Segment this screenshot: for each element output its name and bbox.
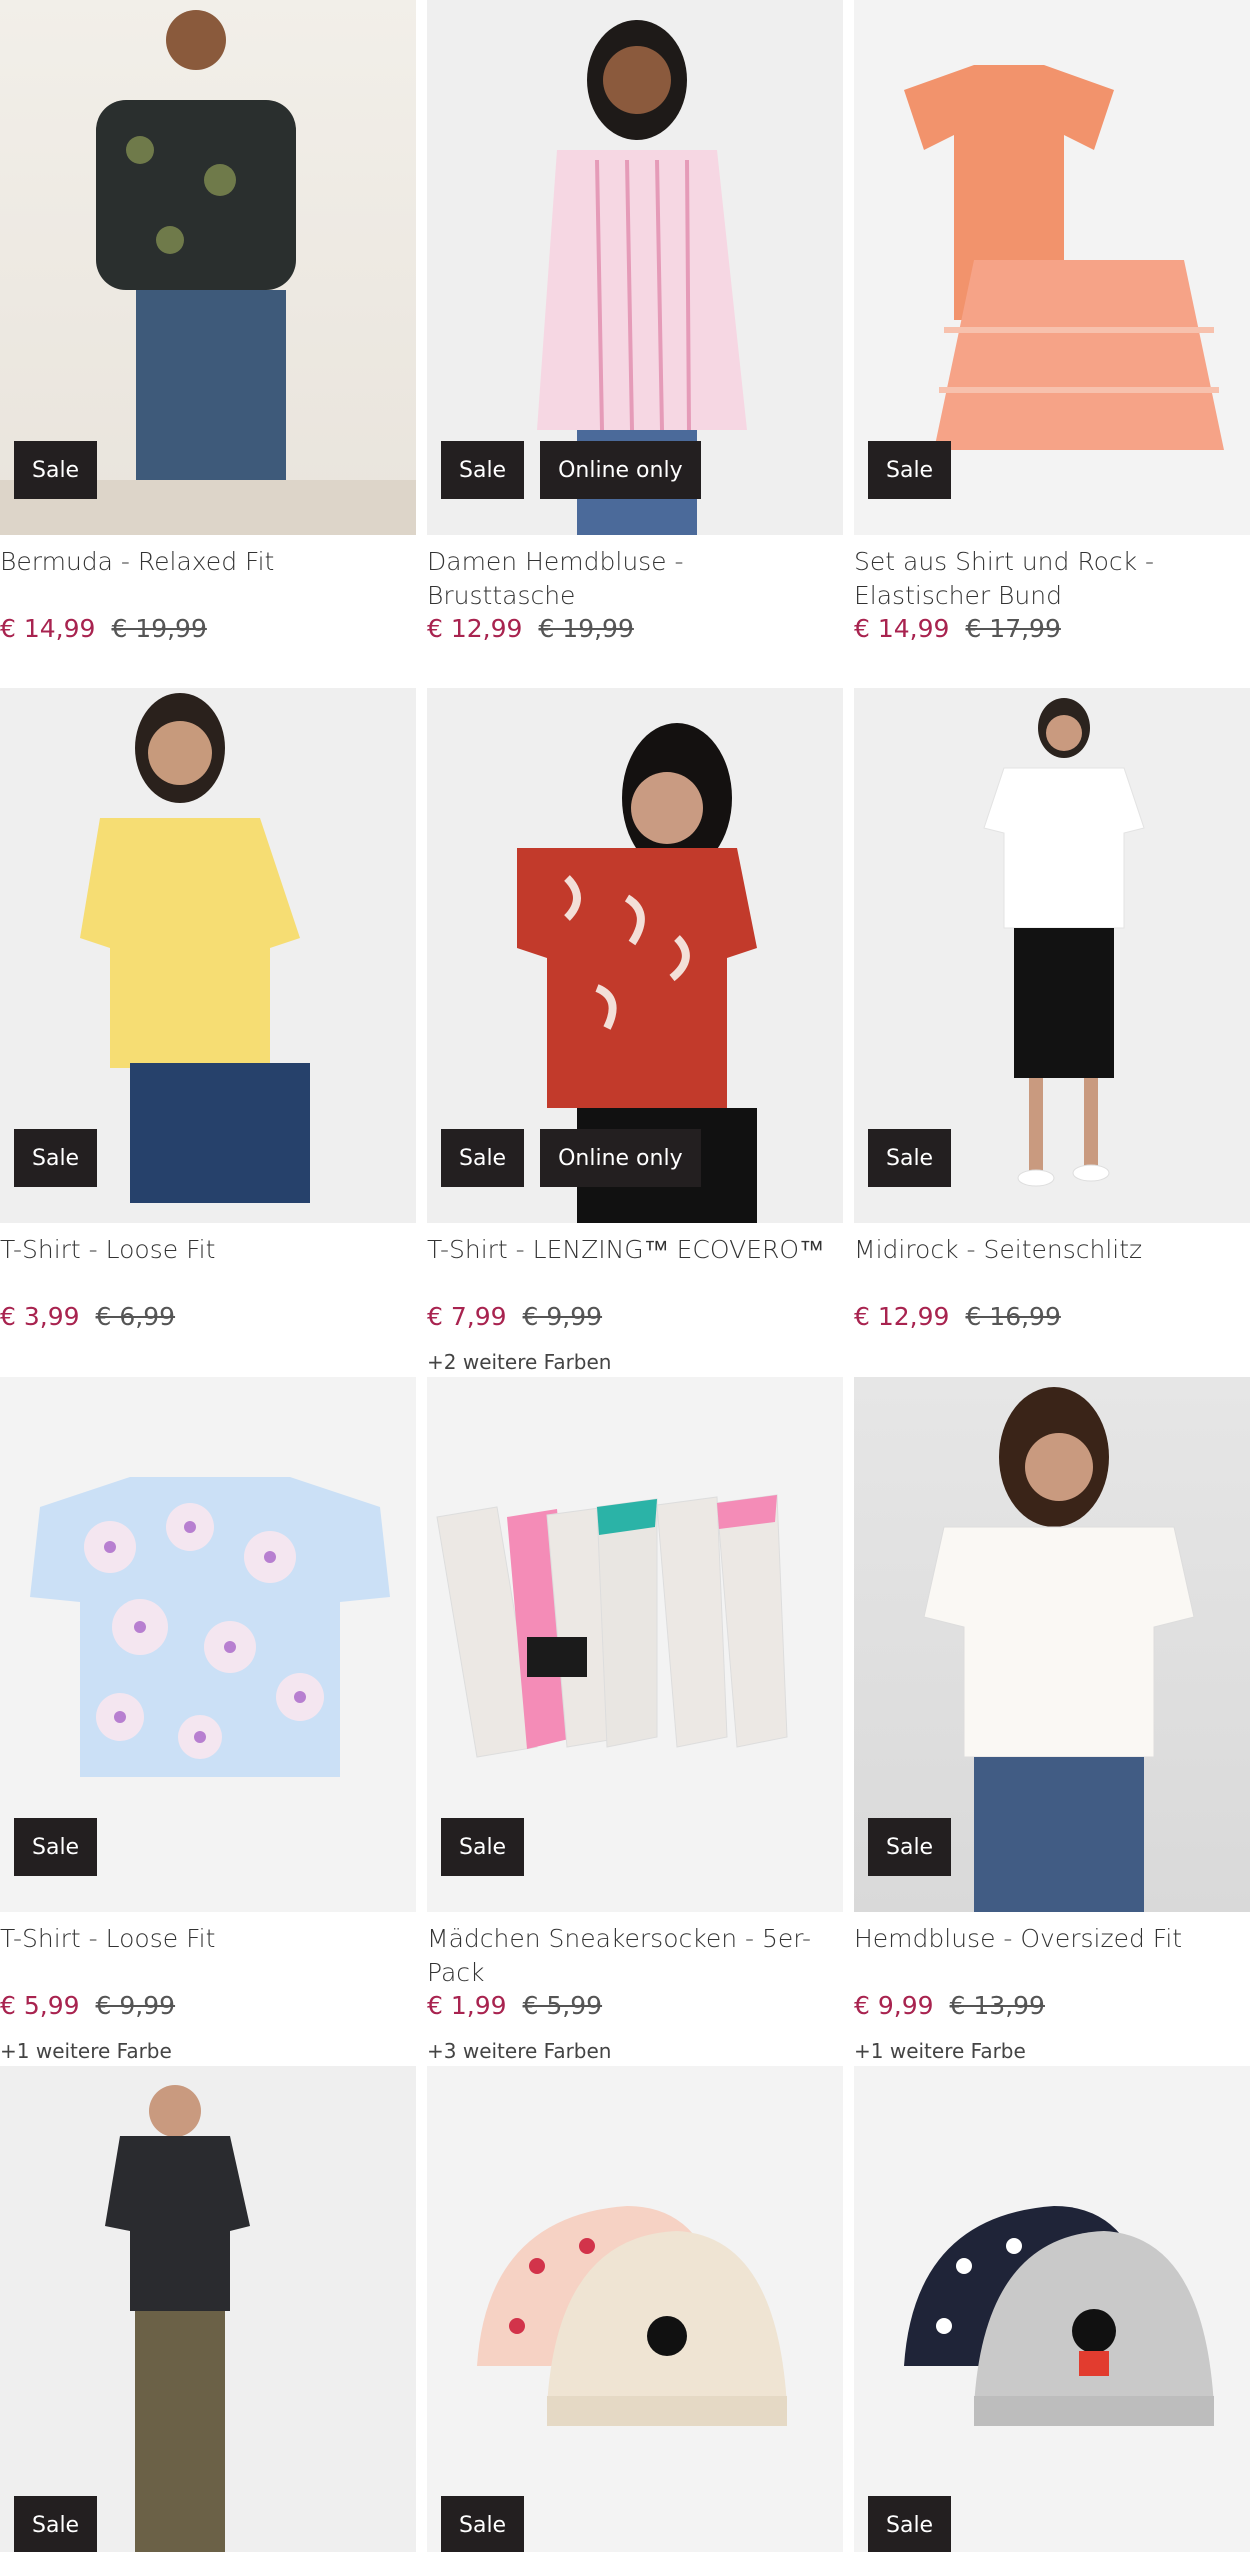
- original-price: € 6,99: [95, 1302, 176, 1331]
- product-image[interactable]: Sale: [427, 1377, 843, 1912]
- sale-price: € 12,99: [427, 614, 523, 643]
- product-image[interactable]: Sale Online only: [427, 0, 843, 535]
- product-card[interactable]: Sale Online only T-Shirt - LENZING™ ECOV…: [427, 688, 843, 1374]
- sale-badge: Sale: [441, 1818, 525, 1876]
- product-title[interactable]: Hemdbluse - Oversized Fit: [854, 1922, 1250, 1956]
- original-price: € 9,99: [95, 1991, 176, 2020]
- original-price: € 5,99: [522, 1991, 603, 2020]
- product-title[interactable]: Mädchen Sneakersocken - 5er-Pack: [427, 1922, 837, 1990]
- sale-price: € 9,99: [854, 1991, 934, 2020]
- sale-badge: Sale: [14, 1129, 98, 1187]
- original-price: € 13,99: [949, 1991, 1045, 2020]
- sale-badge: Sale: [868, 1129, 952, 1187]
- product-title[interactable]: T-Shirt - Loose Fit: [0, 1233, 410, 1267]
- product-card[interactable]: Sale Set aus Shirt und Rock - Elastische…: [854, 0, 1250, 680]
- product-card[interactable]: Sale T-Shirt - Loose Fit € 5,99 € 9,99 +…: [0, 1377, 416, 2063]
- product-image[interactable]: Sale: [427, 2066, 843, 2552]
- sale-badge: Sale: [441, 441, 525, 499]
- product-image[interactable]: Sale: [854, 0, 1250, 535]
- product-image[interactable]: Sale: [854, 688, 1250, 1223]
- product-image[interactable]: Sale: [0, 2066, 416, 2552]
- product-card[interactable]: Sale: [854, 2066, 1250, 2552]
- product-image[interactable]: Sale: [0, 0, 416, 535]
- product-card[interactable]: Sale T-Shirt - Loose Fit € 3,99 € 6,99: [0, 688, 416, 1368]
- product-card[interactable]: Sale Midirock - Seitenschlitz € 12,99 € …: [854, 688, 1250, 1368]
- more-colors-note: +3 weitere Farben: [427, 2039, 612, 2063]
- sale-price: € 5,99: [0, 1991, 80, 2020]
- product-card[interactable]: Sale Hemdbluse - Oversized Fit € 9,99 € …: [854, 1377, 1250, 2063]
- product-image[interactable]: Sale Online only: [427, 688, 843, 1223]
- original-price: € 16,99: [965, 1302, 1061, 1331]
- product-title[interactable]: T-Shirt - LENZING™ ECOVERO™: [427, 1233, 837, 1267]
- product-card[interactable]: Sale Bermuda - Relaxed Fit € 14,99 € 19,…: [0, 0, 416, 680]
- product-title[interactable]: Damen Hemdbluse - Brusttasche: [427, 545, 837, 613]
- product-card[interactable]: Sale Online only Damen Hemdbluse - Brust…: [427, 0, 843, 680]
- sale-badge: Sale: [441, 2496, 525, 2552]
- sale-price: € 7,99: [427, 1302, 507, 1331]
- product-title[interactable]: Set aus Shirt und Rock - Elastischer Bun…: [854, 545, 1250, 613]
- original-price: € 19,99: [538, 614, 634, 643]
- original-price: € 19,99: [111, 614, 207, 643]
- sale-badge: Sale: [14, 1818, 98, 1876]
- original-price: € 17,99: [965, 614, 1061, 643]
- product-card[interactable]: Sale Mädchen Sneakersocken - 5er-Pack € …: [427, 1377, 843, 2063]
- product-title[interactable]: Midirock - Seitenschlitz: [854, 1233, 1250, 1267]
- sale-price: € 14,99: [0, 614, 96, 643]
- online-only-badge: Online only: [540, 1129, 701, 1187]
- original-price: € 9,99: [522, 1302, 603, 1331]
- product-image[interactable]: Sale: [0, 1377, 416, 1912]
- sale-price: € 14,99: [854, 614, 950, 643]
- sale-badge: Sale: [14, 441, 98, 499]
- sale-badge: Sale: [441, 1129, 525, 1187]
- sale-price: € 12,99: [854, 1302, 950, 1331]
- sale-badge: Sale: [14, 2496, 98, 2552]
- product-image[interactable]: Sale: [854, 1377, 1250, 1912]
- more-colors-note: +1 weitere Farbe: [0, 2039, 172, 2063]
- sale-price: € 3,99: [0, 1302, 80, 1331]
- more-colors-note: +1 weitere Farbe: [854, 2039, 1026, 2063]
- online-only-badge: Online only: [540, 441, 701, 499]
- sale-badge: Sale: [868, 2496, 952, 2552]
- product-title[interactable]: Bermuda - Relaxed Fit: [0, 545, 410, 579]
- sale-badge: Sale: [868, 441, 952, 499]
- product-grid: Sale Bermuda - Relaxed Fit € 14,99 € 19,…: [0, 0, 1250, 2552]
- product-title[interactable]: T-Shirt - Loose Fit: [0, 1922, 410, 1956]
- sale-badge: Sale: [868, 1818, 952, 1876]
- more-colors-note: +2 weitere Farben: [427, 1350, 612, 1374]
- product-image[interactable]: Sale: [0, 688, 416, 1223]
- product-image[interactable]: Sale: [854, 2066, 1250, 2552]
- sale-price: € 1,99: [427, 1991, 507, 2020]
- product-card[interactable]: Sale: [427, 2066, 843, 2552]
- product-card[interactable]: Sale: [0, 2066, 416, 2552]
